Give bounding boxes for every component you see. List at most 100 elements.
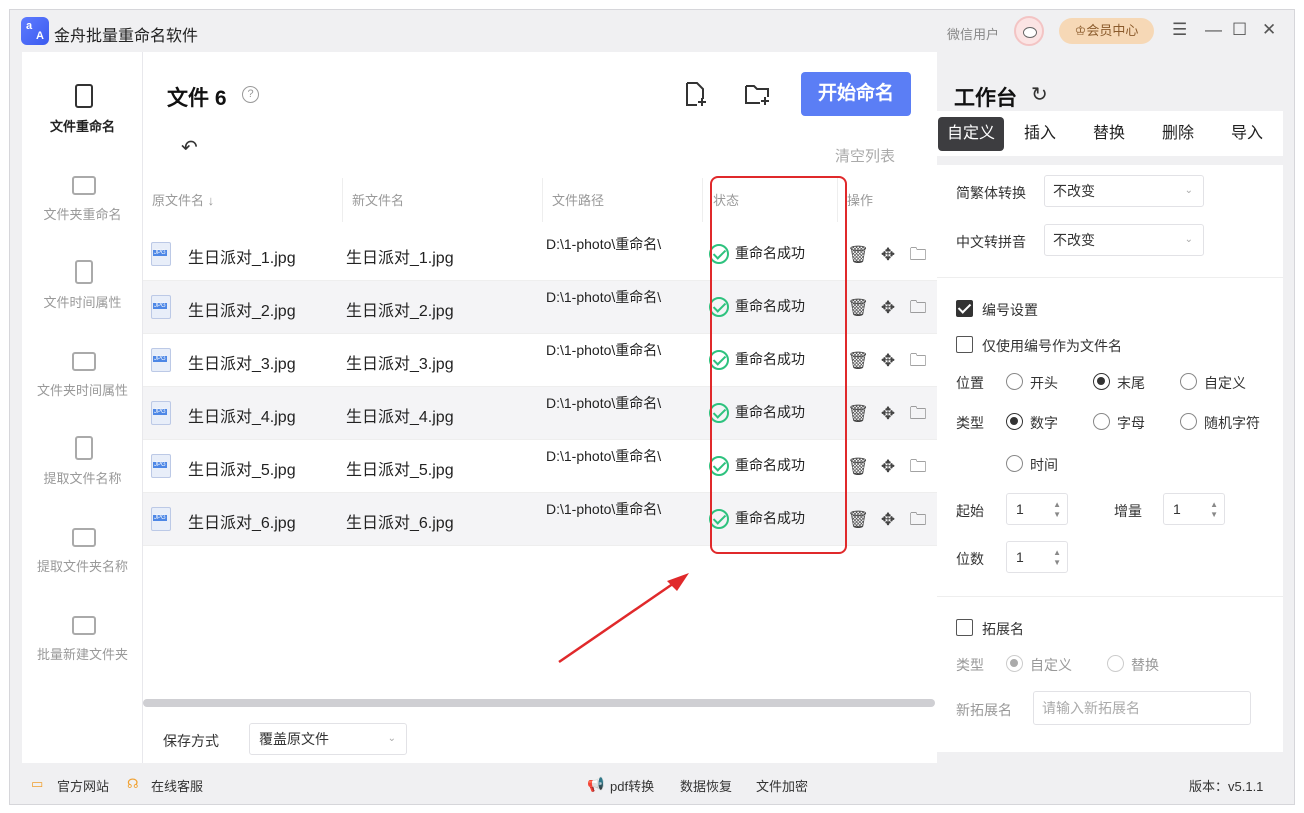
sidebar-item-batch-new-folder[interactable]: 批量新建文件夹: [22, 610, 143, 663]
sidebar: 文件重命名 文件夹重命名 文件时间属性 文件夹时间属性 提取文件名称 提取文件夹…: [22, 52, 143, 763]
trad-simp-select[interactable]: 不改变 ⌄: [1044, 175, 1204, 207]
stepper-down-icon[interactable]: ▼: [1053, 559, 1061, 567]
ext-type-radio-custom[interactable]: [1006, 655, 1023, 672]
position-radio-start[interactable]: [1006, 373, 1023, 390]
tab-replace[interactable]: 替换: [1076, 117, 1142, 151]
move-icon[interactable]: ✥: [873, 510, 903, 530]
annotation-arrow: [558, 573, 689, 664]
folder-extract-icon: [70, 522, 96, 552]
row-actions: 🗑 ✥ 🗀: [843, 348, 933, 377]
open-folder-icon[interactable]: 🗀: [903, 242, 933, 271]
status-highlight-box: [710, 176, 847, 554]
move-icon[interactable]: ✥: [873, 298, 903, 318]
ext-type-radio-replace[interactable]: [1107, 655, 1124, 672]
type-radio-number[interactable]: [1006, 413, 1023, 430]
undo-icon[interactable]: ↶: [181, 135, 198, 160]
new-filename: 生日派对_3.jpg: [346, 356, 454, 373]
delete-icon[interactable]: 🗑: [843, 245, 873, 265]
stepper-up-icon[interactable]: ▲: [1053, 549, 1061, 557]
column-divider: [542, 178, 543, 222]
delete-icon[interactable]: 🗑: [843, 404, 873, 424]
open-folder-icon[interactable]: 🗀: [903, 295, 933, 324]
type-radio-random[interactable]: [1180, 413, 1197, 430]
move-icon[interactable]: ✥: [873, 457, 903, 477]
tab-delete[interactable]: 删除: [1145, 117, 1211, 151]
position-option-custom: 自定义: [1204, 375, 1246, 391]
sidebar-item-extract-folder[interactable]: 提取文件夹名称: [22, 522, 143, 575]
tab-insert[interactable]: 插入: [1007, 117, 1073, 151]
move-icon[interactable]: ✥: [873, 404, 903, 424]
sidebar-item-file-time[interactable]: 文件时间属性: [22, 258, 143, 311]
sort-arrow-icon: ↓: [207, 193, 215, 208]
position-radio-custom[interactable]: [1180, 373, 1197, 390]
original-filename: 生日派对_3.jpg: [188, 356, 296, 373]
maximize-icon[interactable]: ☐: [1232, 20, 1247, 40]
sidebar-item-folder-rename[interactable]: 文件夹重命名: [22, 170, 143, 223]
original-filename: 生日派对_1.jpg: [188, 250, 296, 267]
open-folder-icon[interactable]: 🗀: [903, 401, 933, 430]
stepper-up-icon[interactable]: ▲: [1053, 501, 1061, 509]
move-icon[interactable]: ✥: [873, 351, 903, 371]
digits-stepper[interactable]: 1 ▲ ▼: [1006, 541, 1068, 573]
data-recovery-link[interactable]: 数据恢复: [680, 776, 732, 795]
start-rename-button[interactable]: 开始命名: [801, 72, 911, 116]
jpg-file-icon: [151, 242, 171, 266]
tab-custom[interactable]: 自定义: [938, 117, 1004, 151]
position-radio-end[interactable]: [1093, 373, 1110, 390]
save-mode-select[interactable]: 覆盖原文件 ⌄: [249, 723, 407, 755]
close-icon[interactable]: ✕: [1262, 20, 1276, 40]
column-path: 文件路径: [552, 193, 605, 208]
type-radio-letter[interactable]: [1093, 413, 1110, 430]
numbering-checkbox[interactable]: [956, 300, 973, 317]
extension-label: 拓展名: [982, 621, 1024, 637]
new-filename: 生日派对_4.jpg: [346, 409, 454, 426]
user-name[interactable]: 微信用户: [947, 24, 999, 43]
delete-icon[interactable]: 🗑: [843, 457, 873, 477]
type-option-time: 时间: [1030, 457, 1058, 473]
refresh-icon[interactable]: ↻: [1031, 82, 1048, 107]
sidebar-item-folder-time[interactable]: 文件夹时间属性: [22, 346, 143, 399]
column-original-name[interactable]: 原文件名 ↓: [152, 178, 214, 224]
pinyin-select[interactable]: 不改变 ⌄: [1044, 224, 1204, 256]
delete-icon[interactable]: 🗑: [843, 510, 873, 530]
stepper-up-icon[interactable]: ▲: [1210, 501, 1218, 509]
online-support-link[interactable]: 在线客服: [151, 776, 203, 795]
open-folder-icon[interactable]: 🗀: [903, 507, 933, 536]
chevron-down-icon: ⌄: [1184, 234, 1193, 245]
sidebar-item-label: 文件重命名: [49, 119, 115, 134]
jpg-file-icon: [151, 454, 171, 478]
open-folder-icon[interactable]: 🗀: [903, 348, 933, 377]
step-stepper[interactable]: 1 ▲ ▼: [1163, 493, 1225, 525]
delete-icon[interactable]: 🗑: [843, 351, 873, 371]
type-radio-time[interactable]: [1006, 455, 1023, 472]
start-stepper[interactable]: 1 ▲ ▼: [1006, 493, 1068, 525]
pdf-convert-link[interactable]: pdf转换: [610, 776, 654, 795]
menu-icon[interactable]: ☰: [1172, 20, 1187, 40]
jpg-file-icon: [151, 507, 171, 531]
add-folder-icon[interactable]: [743, 80, 771, 108]
help-icon[interactable]: ?: [242, 86, 259, 103]
headset-icon: ☊: [127, 776, 139, 791]
vip-center-button[interactable]: ♔会员中心: [1059, 18, 1154, 44]
save-mode-label: 保存方式: [163, 733, 219, 749]
original-filename: 生日派对_5.jpg: [188, 462, 296, 479]
only-number-checkbox[interactable]: [956, 336, 973, 353]
add-file-icon[interactable]: [681, 80, 709, 108]
delete-icon[interactable]: 🗑: [843, 298, 873, 318]
open-folder-icon[interactable]: 🗀: [903, 454, 933, 483]
official-website-link[interactable]: 官方网站: [57, 776, 109, 795]
new-extension-input[interactable]: [1033, 691, 1251, 725]
folder-clock-icon: [70, 346, 96, 376]
file-encrypt-link[interactable]: 文件加密: [756, 776, 808, 795]
sidebar-item-file-rename[interactable]: 文件重命名: [22, 82, 143, 135]
tab-import[interactable]: 导入: [1214, 117, 1280, 151]
extension-checkbox[interactable]: [956, 619, 973, 636]
horizontal-scrollbar[interactable]: [143, 699, 935, 707]
move-icon[interactable]: ✥: [873, 245, 903, 265]
minimize-icon[interactable]: —: [1205, 20, 1222, 40]
stepper-down-icon[interactable]: ▼: [1053, 511, 1061, 519]
sidebar-item-extract-file[interactable]: 提取文件名称: [22, 434, 143, 487]
clear-list-button[interactable]: 清空列表: [835, 145, 895, 166]
stepper-down-icon[interactable]: ▼: [1210, 511, 1218, 519]
avatar[interactable]: [1014, 16, 1044, 46]
